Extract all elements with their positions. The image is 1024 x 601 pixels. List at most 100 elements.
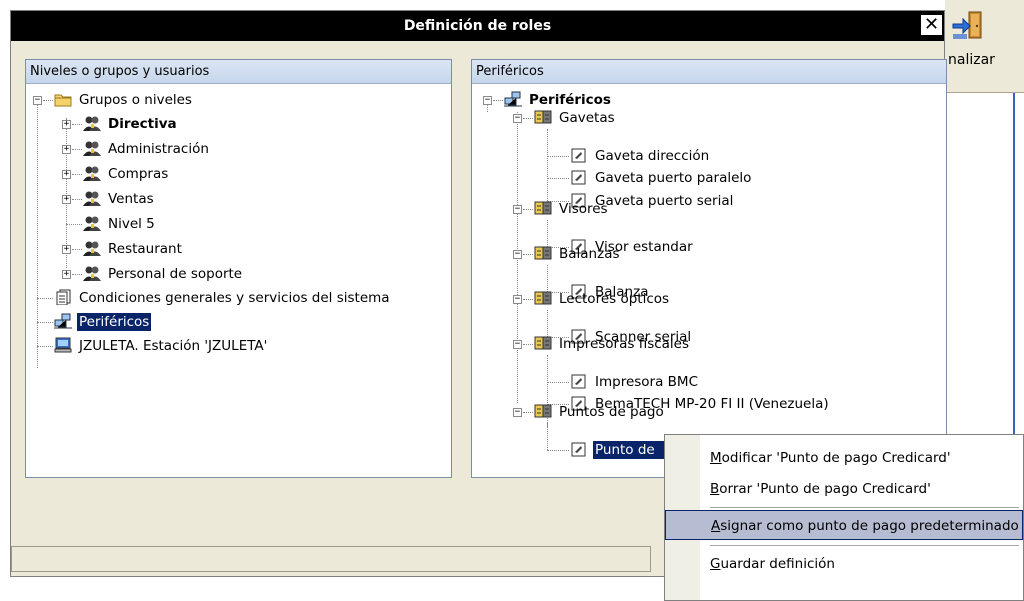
context-menu: Modificar 'Punto de pago Credicard' Borr… [664,434,1024,601]
collapse-toggle[interactable]: − [513,408,522,417]
menu-mnemonic: G [710,556,721,572]
menu-mnemonic: B [710,481,720,497]
collapse-toggle[interactable]: − [483,96,492,105]
tree-node-label: Compras [108,166,169,182]
menu-item-borrar[interactable]: Borrar 'Punto de pago Credicard' [665,474,1023,504]
title-bar: Definición de roles ✕ [11,11,944,41]
tree-node-label: Nivel 5 [108,216,155,232]
dialog-title: Definición de roles [403,18,552,34]
device-group-icon [534,109,552,125]
users-group-icon [83,265,101,281]
device-icon [570,169,588,185]
tree-node-label: Puntos de pago [559,404,664,420]
users-group-icon [83,215,101,231]
menu-item-label: orrar 'Punto de pago Credicard' [719,481,931,497]
tree-node-ventas[interactable]: Ventas [83,188,156,210]
folder-icon [54,91,72,107]
tree-node-gaveta-direccion[interactable]: Gaveta dirección [570,145,711,167]
collapse-toggle[interactable]: − [513,205,522,214]
menu-mnemonic: A [711,518,721,534]
tree-node-label: Administración [108,141,209,157]
menu-separator [710,507,1019,508]
device-group-icon [534,290,552,306]
menu-item-modificar[interactable]: Modificar 'Punto de pago Credicard' [665,443,1023,473]
tree-node-administracion[interactable]: Administración [83,138,211,160]
collapse-toggle[interactable]: − [513,250,522,259]
tree-node-grupos[interactable]: Grupos o niveles [54,89,194,111]
groups-users-panel: Niveles o grupos y usuarios − Grupos o n… [25,59,452,478]
tree-node-label: Gaveta puerto serial [595,193,734,209]
expand-toggle[interactable]: + [62,270,71,279]
collapse-toggle[interactable]: − [513,340,522,349]
device-icon [570,147,588,163]
tree-node-label: Grupos o niveles [79,92,192,108]
close-button[interactable]: ✕ [920,14,943,36]
expand-toggle[interactable]: + [62,120,71,129]
menu-item-guardar[interactable]: Guardar definición [665,549,1023,579]
tree-node-label: Impresoras fiscales [559,336,690,352]
expand-toggle[interactable]: + [62,170,71,179]
tree-node-balanzas[interactable]: Balanzas [534,243,622,265]
users-group-icon [83,165,101,181]
device-group-icon [534,200,552,216]
tree-node-impresora-bmc[interactable]: Impresora BMC [570,371,700,393]
tree-node-gaveta-paralelo[interactable]: Gaveta puerto paralelo [570,167,753,189]
tree-node-impresoras[interactable]: Impresoras fiscales [534,333,691,355]
computer-icon [54,337,72,353]
document-icon [54,289,72,306]
device-icon [570,441,588,457]
tree-node-label: Condiciones generales y servicios del si… [79,290,390,306]
tree-node-condiciones[interactable]: Condiciones generales y servicios del si… [54,287,392,309]
menu-item-label: uardar definición [720,556,835,572]
peripherals-header: Periféricos [472,60,946,84]
expand-toggle[interactable]: + [62,145,71,154]
tree-node-visores[interactable]: Visores [534,198,610,220]
tree-node-compras[interactable]: Compras [83,163,170,185]
exit-door-icon[interactable] [951,10,985,42]
tree-node-label: Balanzas [559,246,620,262]
collapse-toggle[interactable]: − [513,295,522,304]
device-icon [570,373,588,389]
users-group-icon [83,240,101,256]
tree-node-label: Impresora BMC [595,374,699,390]
tree-node-restaurant[interactable]: Restaurant [83,238,184,260]
tree-node-label: Lectores ópticos [559,291,670,307]
users-group-icon [83,140,101,156]
menu-item-label: signar como punto de pago predeterminado [720,518,1019,534]
tree-node-label: JZULETA. Estación 'JZULETA' [79,338,268,354]
tree-node-lectores[interactable]: Lectores ópticos [534,288,671,310]
menu-item-asignar-predeterminado[interactable]: Asignar como punto de pago predeterminad… [665,510,1023,540]
tree-node-estacion[interactable]: JZULETA. Estación 'JZULETA' [54,335,269,357]
tree-node-label: Gaveta dirección [595,148,710,164]
menu-mnemonic: M [710,450,722,466]
expand-toggle[interactable]: + [62,195,71,204]
toolbar-finalize-label[interactable]: nalizar [948,52,995,68]
groups-users-header: Niveles o grupos y usuarios [26,60,451,84]
tree-node-puntos-pago[interactable]: Puntos de pago [534,401,666,423]
tree-node-label: Gavetas [559,110,615,126]
tree-node-nivel5[interactable]: Nivel 5 [83,213,157,235]
tree-node-label: Personal de soporte [108,266,243,282]
tree-node-label: Directiva [108,116,177,132]
expand-toggle[interactable]: + [62,245,71,254]
device-group-icon [534,245,552,261]
menu-separator [710,545,1019,546]
collapse-toggle[interactable]: − [513,114,522,123]
users-group-icon [83,115,101,131]
tree-node-label: Ventas [108,191,154,207]
tree-node-personal-soporte[interactable]: Personal de soporte [83,263,244,285]
device-group-icon [534,403,552,419]
network-icon [54,313,72,329]
tree-node-gavetas[interactable]: Gavetas [534,107,617,129]
tree-node-label: Gaveta puerto paralelo [595,170,752,186]
tree-node-label: Periféricos [77,313,152,331]
collapse-toggle[interactable]: − [33,96,42,105]
tree-node-perifericos[interactable]: Periféricos [54,311,152,333]
tree-node-label: Visores [559,201,608,217]
network-icon [504,91,522,107]
status-bar [11,546,651,572]
tree-node-directiva[interactable]: Directiva [83,113,179,135]
device-group-icon [534,335,552,351]
menu-item-label: odificar 'Punto de pago Credicard' [721,450,951,466]
users-group-icon [83,190,101,206]
